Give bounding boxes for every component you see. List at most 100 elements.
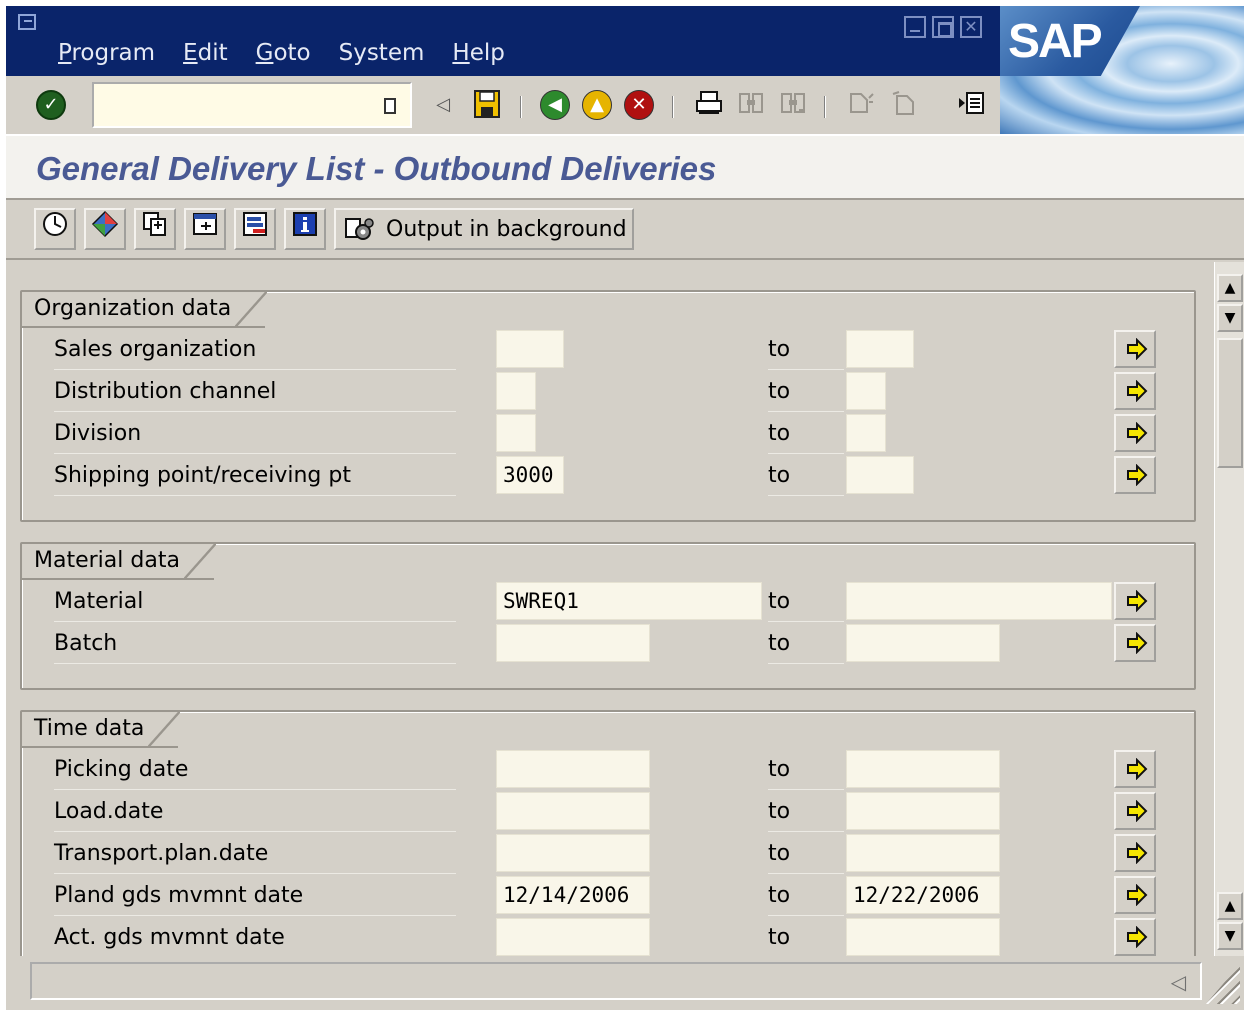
toolbar-separator bbox=[520, 96, 522, 118]
to-label: to bbox=[768, 836, 844, 874]
group-title: Organization data bbox=[22, 292, 268, 328]
output-in-background-button[interactable]: Output in background bbox=[334, 208, 634, 250]
to-label: to bbox=[768, 374, 844, 412]
picking-date-from-field[interactable] bbox=[496, 750, 650, 788]
status-expand-icon[interactable]: ◁ bbox=[1171, 970, 1186, 994]
multiple-selection-button[interactable] bbox=[1114, 876, 1156, 914]
distribution-channel-to-field[interactable] bbox=[846, 372, 886, 410]
command-input[interactable] bbox=[94, 84, 410, 126]
copy-icon[interactable] bbox=[134, 208, 176, 250]
cancel-icon[interactable]: ✕ bbox=[624, 90, 654, 120]
multiple-selection-arrow-icon bbox=[1127, 926, 1148, 948]
distribution-channel-from-field[interactable] bbox=[496, 372, 536, 410]
load-date-from-field[interactable] bbox=[496, 792, 650, 830]
menu-edit[interactable]: Edit bbox=[183, 40, 228, 66]
save-icon[interactable] bbox=[472, 90, 502, 120]
division-to-field[interactable] bbox=[846, 414, 886, 452]
back-icon[interactable]: ◀ bbox=[540, 90, 570, 120]
multiple-selection-button[interactable] bbox=[1114, 582, 1156, 620]
group-time-data: Time data Picking date to Load.date to T… bbox=[20, 710, 1196, 956]
scroll-up-icon[interactable]: ▲ bbox=[1217, 274, 1243, 302]
field-label: Pland gds mvmnt date bbox=[54, 878, 456, 916]
to-label: to bbox=[768, 920, 844, 956]
menu-edit-label: dit bbox=[197, 40, 228, 66]
first-page-icon bbox=[846, 90, 876, 120]
get-variant-icon[interactable] bbox=[84, 208, 126, 250]
transport-plan-date-to-field[interactable] bbox=[846, 834, 1000, 872]
picking-date-to-field[interactable] bbox=[846, 750, 1000, 788]
enter-check-icon[interactable]: ✓ bbox=[36, 90, 66, 120]
scroll-page-up-icon[interactable]: ▲ bbox=[1217, 892, 1243, 920]
actual-gm-date-from-field[interactable] bbox=[496, 918, 650, 956]
multiple-selection-button[interactable] bbox=[1114, 456, 1156, 494]
sales-org-from-field[interactable] bbox=[496, 330, 564, 368]
info-icon[interactable] bbox=[284, 208, 326, 250]
row-planned-goods-movement-date: Pland gds mvmnt date 12/14/2006 to 12/22… bbox=[22, 876, 1194, 918]
close-icon[interactable]: ✕ bbox=[960, 16, 982, 38]
to-label: to bbox=[768, 416, 844, 454]
multiple-selection-arrow-icon bbox=[1127, 464, 1148, 486]
scroll-thumb[interactable] bbox=[1217, 338, 1243, 468]
row-shipping-point: Shipping point/receiving pt 3000 to bbox=[22, 456, 1194, 498]
menu-program[interactable]: Program bbox=[58, 40, 155, 66]
shipping-point-to-field[interactable] bbox=[846, 456, 914, 494]
print-icon[interactable] bbox=[694, 90, 724, 120]
vertical-scrollbar[interactable]: ▲ ▼ ▲ ▼ bbox=[1214, 262, 1244, 956]
load-date-to-field[interactable] bbox=[846, 792, 1000, 830]
transport-plan-date-from-field[interactable] bbox=[496, 834, 650, 872]
row-material: Material SWREQ1 to bbox=[22, 582, 1194, 624]
field-label: Load.date bbox=[54, 794, 456, 832]
shipping-point-from-field[interactable]: 3000 bbox=[496, 456, 564, 494]
row-picking-date: Picking date to bbox=[22, 750, 1194, 792]
row-distribution-channel: Distribution channel to bbox=[22, 372, 1194, 414]
application-toolbar: Output in background bbox=[6, 200, 1244, 260]
actual-gm-date-to-field[interactable] bbox=[846, 918, 1000, 956]
menu-goto-label: oto bbox=[273, 40, 311, 66]
maximize-icon[interactable] bbox=[932, 16, 954, 38]
planned-gm-date-from-field[interactable]: 12/14/2006 bbox=[496, 876, 650, 914]
multiple-selection-button[interactable] bbox=[1114, 330, 1156, 368]
dynamic-selections-icon[interactable] bbox=[184, 208, 226, 250]
menu-program-label: rogram bbox=[71, 40, 156, 66]
division-from-field[interactable] bbox=[496, 414, 536, 452]
layout-icon[interactable] bbox=[234, 208, 276, 250]
scroll-page-down-icon[interactable]: ▼ bbox=[1217, 922, 1243, 950]
planned-gm-date-to-field[interactable]: 12/22/2006 bbox=[846, 876, 1000, 914]
multiple-selection-button[interactable] bbox=[1114, 792, 1156, 830]
batch-to-field[interactable] bbox=[846, 624, 1000, 662]
multiple-selection-arrow-icon bbox=[1127, 422, 1148, 444]
menu-system[interactable]: System bbox=[339, 40, 425, 66]
menu-help[interactable]: Help bbox=[452, 40, 504, 66]
create-session-icon[interactable] bbox=[956, 90, 986, 120]
execute-icon[interactable] bbox=[34, 208, 76, 250]
multiple-selection-button[interactable] bbox=[1114, 834, 1156, 872]
multiple-selection-arrow-icon bbox=[1127, 884, 1148, 906]
status-message-field: ◁ bbox=[30, 962, 1202, 1000]
toolbar-separator bbox=[672, 96, 674, 118]
standard-toolbar: ✓ ◁ ◀ ▲ ✕ bbox=[6, 76, 1000, 134]
multiple-selection-button[interactable] bbox=[1114, 624, 1156, 662]
multiple-selection-button[interactable] bbox=[1114, 414, 1156, 452]
multiple-selection-button[interactable] bbox=[1114, 750, 1156, 788]
multiple-selection-button[interactable] bbox=[1114, 372, 1156, 410]
batch-from-field[interactable] bbox=[496, 624, 650, 662]
sap-brand-area: SAP bbox=[1000, 6, 1244, 134]
history-dropdown-icon[interactable] bbox=[384, 98, 396, 114]
window-menu-icon[interactable] bbox=[18, 14, 36, 30]
material-to-field[interactable] bbox=[846, 582, 1112, 620]
material-from-field[interactable]: SWREQ1 bbox=[496, 582, 762, 620]
scroll-down-icon[interactable]: ▼ bbox=[1217, 304, 1243, 332]
multiple-selection-button[interactable] bbox=[1114, 918, 1156, 956]
exit-icon[interactable]: ▲ bbox=[582, 90, 612, 120]
resize-grip-icon[interactable] bbox=[1206, 964, 1240, 1004]
field-label: Shipping point/receiving pt bbox=[54, 458, 456, 496]
multiple-selection-arrow-icon bbox=[1127, 758, 1148, 780]
back-triangle-icon[interactable]: ◁ bbox=[428, 90, 458, 120]
sales-org-to-field[interactable] bbox=[846, 330, 914, 368]
to-label: to bbox=[768, 878, 844, 916]
menu-goto[interactable]: Goto bbox=[256, 40, 311, 66]
command-field[interactable] bbox=[92, 82, 412, 128]
sap-logo-text: SAP bbox=[1008, 15, 1103, 68]
minimize-icon[interactable] bbox=[904, 16, 926, 38]
to-label: to bbox=[768, 584, 844, 622]
